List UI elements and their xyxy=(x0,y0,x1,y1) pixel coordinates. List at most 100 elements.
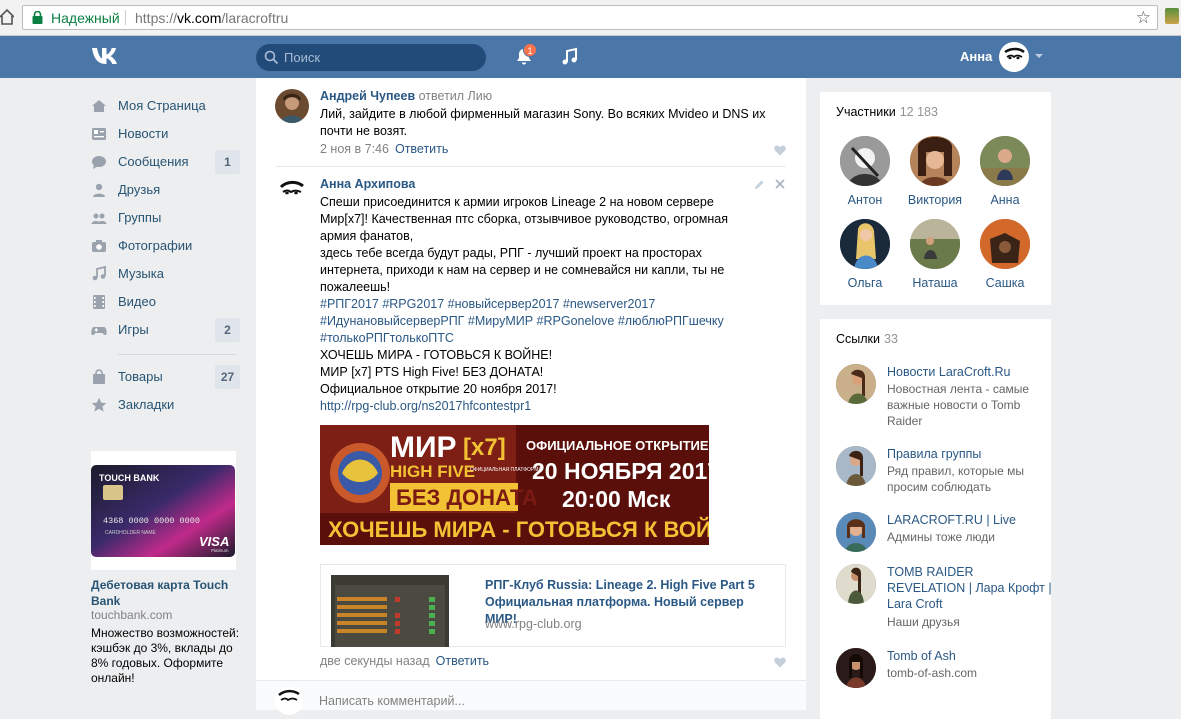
member-name: Антон xyxy=(847,193,883,207)
member-name: Анна xyxy=(990,193,1020,207)
banner-time: 20:00 Мск xyxy=(562,486,671,512)
member-item[interactable]: Анна xyxy=(970,136,1040,207)
ad-image[interactable]: TOUCH BANK 4368 0000 0000 0000 CARDHOLDE… xyxy=(91,451,236,570)
menu-item-music[interactable]: Музыка xyxy=(88,262,240,286)
notifications-badge[interactable]: 1 xyxy=(523,43,537,57)
search-input[interactable]: Поиск xyxy=(256,44,486,71)
menu-item-news[interactable]: Новости xyxy=(88,122,240,146)
member-name: Виктория xyxy=(907,193,963,207)
member-item[interactable]: Сашка xyxy=(970,219,1040,290)
menu-item-goods[interactable]: Товары 27 xyxy=(88,365,240,389)
news-icon xyxy=(92,128,106,140)
menu-item-label: Товары xyxy=(118,369,163,384)
snippet-domain[interactable]: www.rpg-club.org xyxy=(485,617,582,631)
ad-text: Множество возможностей: кэшбэк до 3%, вк… xyxy=(91,626,240,685)
address-bar[interactable]: Надежный https://vk.com/laracroftru ☆ xyxy=(22,5,1158,30)
like-heart-icon[interactable] xyxy=(774,657,786,668)
camera-icon xyxy=(92,240,106,252)
vk-logo-icon[interactable] xyxy=(91,45,124,67)
menu-item-messages[interactable]: Сообщения 1 xyxy=(88,150,240,174)
member-item[interactable]: Антон xyxy=(830,136,900,207)
music-icon[interactable] xyxy=(560,47,580,67)
secure-label: Надежный xyxy=(51,10,120,26)
card-brand: TOUCH BANK xyxy=(99,473,160,483)
close-icon[interactable] xyxy=(775,179,785,189)
extension-icon[interactable] xyxy=(1165,8,1179,24)
site-header: Поиск 1 Анна xyxy=(0,36,1181,78)
banner-opening: ОФИЦИАЛЬНОЕ ОТКРЫТИЕ xyxy=(526,438,709,453)
link-title[interactable]: TOMB RAIDER REVELATION | Лара Крофт | La… xyxy=(887,564,1052,612)
menu-item-label: Фотографии xyxy=(118,238,193,253)
ad-domain[interactable]: touchbank.com xyxy=(91,608,172,622)
menu-item-groups[interactable]: Группы xyxy=(88,206,240,230)
menu-item-label: Друзья xyxy=(118,182,161,197)
link-title[interactable]: Правила группы xyxy=(887,446,1052,462)
comment-divider xyxy=(276,166,786,167)
menu-item-label: Музыка xyxy=(118,266,164,281)
post-hashtags[interactable]: #РПГ2017 #RPG2017 #новыйсервер2017 #news… xyxy=(320,296,790,313)
friends-icon xyxy=(93,183,105,197)
comment-time[interactable]: 2 ноя в 7:46 xyxy=(320,142,389,156)
post-hashtags[interactable]: #толькоРПГтолькоПТС xyxy=(320,330,790,347)
link-description: Новостная лента - самые важные новости о… xyxy=(887,382,1030,428)
members-title[interactable]: Участники 12 183 xyxy=(836,105,938,119)
user-avatar[interactable] xyxy=(999,42,1029,72)
bag-icon xyxy=(93,369,105,384)
bookmark-star-icon[interactable]: ☆ xyxy=(1136,8,1151,28)
member-name: Ольга xyxy=(847,276,883,290)
post-hashtags[interactable]: #ИдунановыйсерверРПГ #МируМИР #RPGonelov… xyxy=(320,313,790,330)
member-avatar xyxy=(980,219,1030,269)
comment-reply-link[interactable]: Ответить xyxy=(395,142,448,156)
banner-no-donate: БЕЗ ДОНАТА xyxy=(396,485,538,510)
comment-text: Лий, зайдите в любой фирменный магазин S… xyxy=(320,107,766,138)
link-title[interactable]: LARACROFT.RU | Live xyxy=(887,512,1052,528)
search-placeholder: Поиск xyxy=(284,50,321,65)
replied-to[interactable]: ответил Лию xyxy=(419,89,492,103)
banner-x7: [x7] xyxy=(463,434,506,461)
url-path: /laracroftru xyxy=(221,10,289,26)
post-author-avatar[interactable] xyxy=(275,177,309,211)
url-text[interactable]: https://vk.com/laracroftru xyxy=(135,10,288,26)
card-tier: Platinum xyxy=(211,548,229,553)
comment-input[interactable]: Написать комментарий... xyxy=(319,694,465,708)
like-heart-icon[interactable] xyxy=(774,145,786,156)
member-item[interactable]: Ольга xyxy=(830,219,900,290)
menu-item-video[interactable]: Видео xyxy=(88,290,240,314)
member-item[interactable]: Виктория xyxy=(900,136,970,207)
home-icon xyxy=(92,100,106,112)
links-title[interactable]: Ссылки 33 xyxy=(836,332,898,346)
menu-item-photos[interactable]: Фотографии xyxy=(88,234,240,258)
menu-item-bookmarks[interactable]: Закладки xyxy=(88,393,240,417)
link-title[interactable]: Tomb of Ash xyxy=(887,648,1052,664)
links-count: 33 xyxy=(884,332,898,346)
post-time[interactable]: две секунды назад xyxy=(320,654,430,668)
link-avatar xyxy=(836,446,876,486)
home-icon[interactable] xyxy=(0,8,14,26)
member-item[interactable]: Наташа xyxy=(900,219,970,290)
post-line: Спеши присоединится к армии игроков Line… xyxy=(320,195,714,209)
link-description: Наши друзья xyxy=(887,615,960,629)
menu-item-count: 1 xyxy=(215,150,240,174)
comment-author[interactable]: Андрей Чупеев ответил Лию xyxy=(320,89,492,103)
user-name[interactable]: Анна xyxy=(960,49,992,64)
menu-item-my-page[interactable]: Моя Страница xyxy=(88,94,240,118)
comment-author-name[interactable]: Андрей Чупеев xyxy=(320,89,415,103)
link-description: Админы тоже люди xyxy=(887,530,995,544)
commenter-avatar[interactable] xyxy=(275,89,309,123)
post-author[interactable]: Анна Архипова xyxy=(320,177,415,191)
link-title[interactable]: Новости LaraCroft.Ru xyxy=(887,364,1052,380)
post-caps-line: МИР [x7] PTS High Five! БЕЗ ДОНАТА! xyxy=(320,365,544,379)
member-avatar xyxy=(910,136,960,186)
ad-title[interactable]: Дебетовая карта Touch Bank xyxy=(91,577,241,609)
menu-item-label: Игры xyxy=(118,322,149,337)
post-reply-link[interactable]: Ответить xyxy=(436,654,489,668)
post-link[interactable]: http://rpg-club.org/ns2017hfcontestpr1 xyxy=(320,398,790,415)
chevron-down-icon[interactable] xyxy=(1035,54,1043,58)
member-avatar xyxy=(910,219,960,269)
post-banner-image[interactable]: МИР [x7] HIGH FIVE ОФИЦИАЛЬНАЯ ПЛАТФОРМА… xyxy=(320,425,709,545)
members-count: 12 183 xyxy=(899,105,938,119)
edit-pencil-icon[interactable] xyxy=(754,179,765,190)
menu-item-games[interactable]: Игры 2 xyxy=(88,318,240,342)
menu-item-friends[interactable]: Друзья xyxy=(88,178,240,202)
link-snippet-card[interactable]: РПГ-Клуб Russia: Lineage 2. High Five Pa… xyxy=(320,564,786,647)
